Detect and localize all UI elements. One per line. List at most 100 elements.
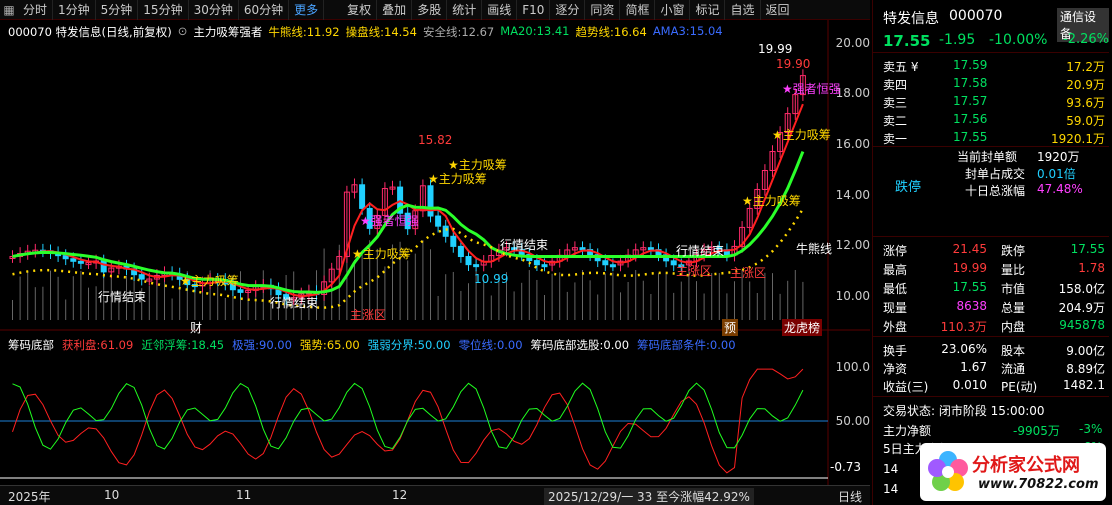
ama-label: AMA3:15.04 [652, 24, 723, 38]
candle-body [609, 264, 616, 268]
sub-tick: 50.00 [835, 414, 870, 428]
menu-grid-icon[interactable]: ▦ [0, 0, 18, 20]
btn-fuquan[interactable]: 复权 [342, 0, 378, 20]
price-tick: 16.00 [835, 137, 870, 151]
dropdown-icon[interactable]: ⊙ [178, 24, 188, 40]
quote-panel: 特发信息 000070 通信设备 17.55 -1.95 -10.00% -2.… [872, 0, 1112, 505]
site-logo: 分析家公式网 www.70822.com [920, 443, 1106, 501]
fund-row: 净资 1.67 流通 8.89亿 [883, 360, 1105, 376]
industry-pct: -2.26% [1063, 32, 1109, 47]
event-marker[interactable]: 预 [722, 319, 739, 336]
price-change: -1.95 [939, 32, 976, 48]
logo-url: www.70822.com [978, 477, 1099, 492]
tab-30min[interactable]: 30分钟 [189, 0, 239, 20]
tab-fenshi[interactable]: 分时 [18, 0, 54, 20]
price-label: 19.90 [776, 57, 811, 71]
btn-diejia[interactable]: 叠加 [377, 0, 413, 20]
signal-label: ★主力吸筹 [742, 194, 801, 208]
sub-legend: 筹码底部 获利盘:61.09 近邻浮筹:18.45 极强:90.00 强势:65… [8, 337, 736, 353]
candle-body [70, 258, 77, 262]
candle-body [450, 235, 457, 247]
niu-label: 牛熊线:11.92 [268, 25, 340, 39]
candle-body [541, 264, 548, 268]
event-marker[interactable]: 财 [190, 319, 202, 336]
pan-label: 操盘线:14.54 [345, 25, 417, 39]
signal-label: ★强者恒强 [782, 82, 841, 96]
tab-5min[interactable]: 5分钟 [96, 0, 139, 20]
candle-body [647, 247, 654, 251]
sub-indicator-name[interactable]: 筹码底部 [8, 337, 54, 353]
candle-body [602, 260, 609, 266]
candle-body [427, 185, 434, 217]
candle-body [237, 289, 244, 293]
candle-body [435, 215, 442, 227]
signal-label: ★主力吸筹 [448, 158, 507, 172]
price-tick: 10.00 [835, 289, 870, 303]
signal-label: 行情结束 [676, 244, 725, 258]
btn-f10[interactable]: F10 [517, 0, 551, 20]
sub-tick: 100.0 [835, 360, 870, 374]
ask-row: 卖三 17.57 93.6万 [883, 94, 1105, 110]
btn-xiaochuang[interactable]: 小窗 [655, 0, 691, 20]
date-info: 2025/12/29/一 33 至今涨幅42.92% [544, 488, 754, 505]
ask-row: 卖二 17.56 59.0万 [883, 112, 1105, 128]
date-axis-bar: 2025年 10 11 12 2025/12/29/一 33 至今涨幅42.92… [0, 485, 870, 505]
logo-title: 分析家公式网 [972, 455, 1080, 476]
period-label[interactable]: 日线 [838, 488, 862, 505]
signal-label: 行情结束 [98, 290, 147, 304]
btn-zhufen[interactable]: 逐分 [550, 0, 586, 20]
stock-name: 特发信息 [883, 11, 939, 27]
sub-current-value: -0.73 [830, 460, 862, 474]
signal-label: ★主力吸筹 [772, 128, 831, 142]
event-marker[interactable]: 龙虎榜 [782, 319, 823, 336]
btn-tongzi[interactable]: 同资 [585, 0, 621, 20]
trend-label: 趋势线:16.64 [575, 25, 647, 39]
period-toolbar: ▦ 分时 1分钟 5分钟 15分钟 30分钟 60分钟 更多 复权 叠加 多股 … [0, 0, 870, 20]
btn-tongji[interactable]: 统计 [447, 0, 483, 20]
btn-biaoji[interactable]: 标记 [690, 0, 726, 20]
stock-code: 000070 [949, 8, 1003, 24]
safe-label: 安全线:12.67 [422, 25, 495, 39]
signal-label: 主涨区 [350, 308, 387, 322]
stock-title: 000070 特发信息(日线,前复权) [8, 25, 172, 39]
signal-label: ★强者恒强 [360, 214, 419, 228]
btn-zixuan[interactable]: 自选 [725, 0, 761, 20]
tab-more[interactable]: 更多 [289, 0, 325, 20]
signal-label: ★主力吸筹 [180, 274, 239, 288]
candle-body [465, 256, 472, 266]
signal-label: 主涨区 [676, 264, 713, 278]
ma20-label: MA20:13.41 [500, 24, 570, 38]
candle-body [77, 260, 84, 264]
tab-15min[interactable]: 15分钟 [138, 0, 189, 20]
kline-canvas[interactable] [0, 20, 870, 485]
signal-label: 牛熊线 [796, 242, 833, 256]
last-price: 17.55 [883, 32, 931, 50]
signal-label: 行情结束 [500, 238, 549, 252]
stats-row: 最低 17.55 市值 158.0亿 [883, 280, 1105, 296]
trade-status: 交易状态: 闭市阶段 15:00:00 [883, 404, 1045, 418]
candle-body [579, 247, 586, 251]
candle-body [473, 264, 480, 268]
btn-fanhui[interactable]: 返回 [761, 0, 795, 20]
stats-row: 现量 8638 总量 204.9万 [883, 299, 1105, 315]
date-month: 12 [392, 488, 408, 502]
btn-jiankuang[interactable]: 简框 [620, 0, 656, 20]
high-label: 19.99 [758, 42, 793, 56]
candle-body [442, 225, 449, 237]
price-tick: 12.00 [835, 238, 870, 252]
indicator-name[interactable]: 主力吸筹强者 [193, 24, 262, 40]
price-tick: 20.00 [835, 36, 870, 50]
fund-row: 收益(三) 0.010 PE(动) 1482.1 [883, 378, 1105, 394]
tab-60min[interactable]: 60分钟 [239, 0, 290, 20]
ask-row: 卖四 17.58 20.9万 [883, 76, 1105, 92]
price-pct: -10.00% [989, 32, 1048, 48]
high-label: 15.82 [418, 133, 453, 147]
btn-duogu[interactable]: 多股 [412, 0, 448, 20]
ask-row: 卖一 17.55 1920.1万 [883, 130, 1105, 146]
price-tick: 14.00 [835, 188, 870, 202]
tab-1min[interactable]: 1分钟 [53, 0, 96, 20]
main-legend: 000070 特发信息(日线,前复权) ⊙ 主力吸筹强者 牛熊线:11.92 操… [8, 24, 723, 40]
kline-chart-area[interactable]: 000070 特发信息(日线,前复权) ⊙ 主力吸筹强者 牛熊线:11.92 操… [0, 20, 870, 505]
btn-huaxian[interactable]: 画线 [482, 0, 518, 20]
